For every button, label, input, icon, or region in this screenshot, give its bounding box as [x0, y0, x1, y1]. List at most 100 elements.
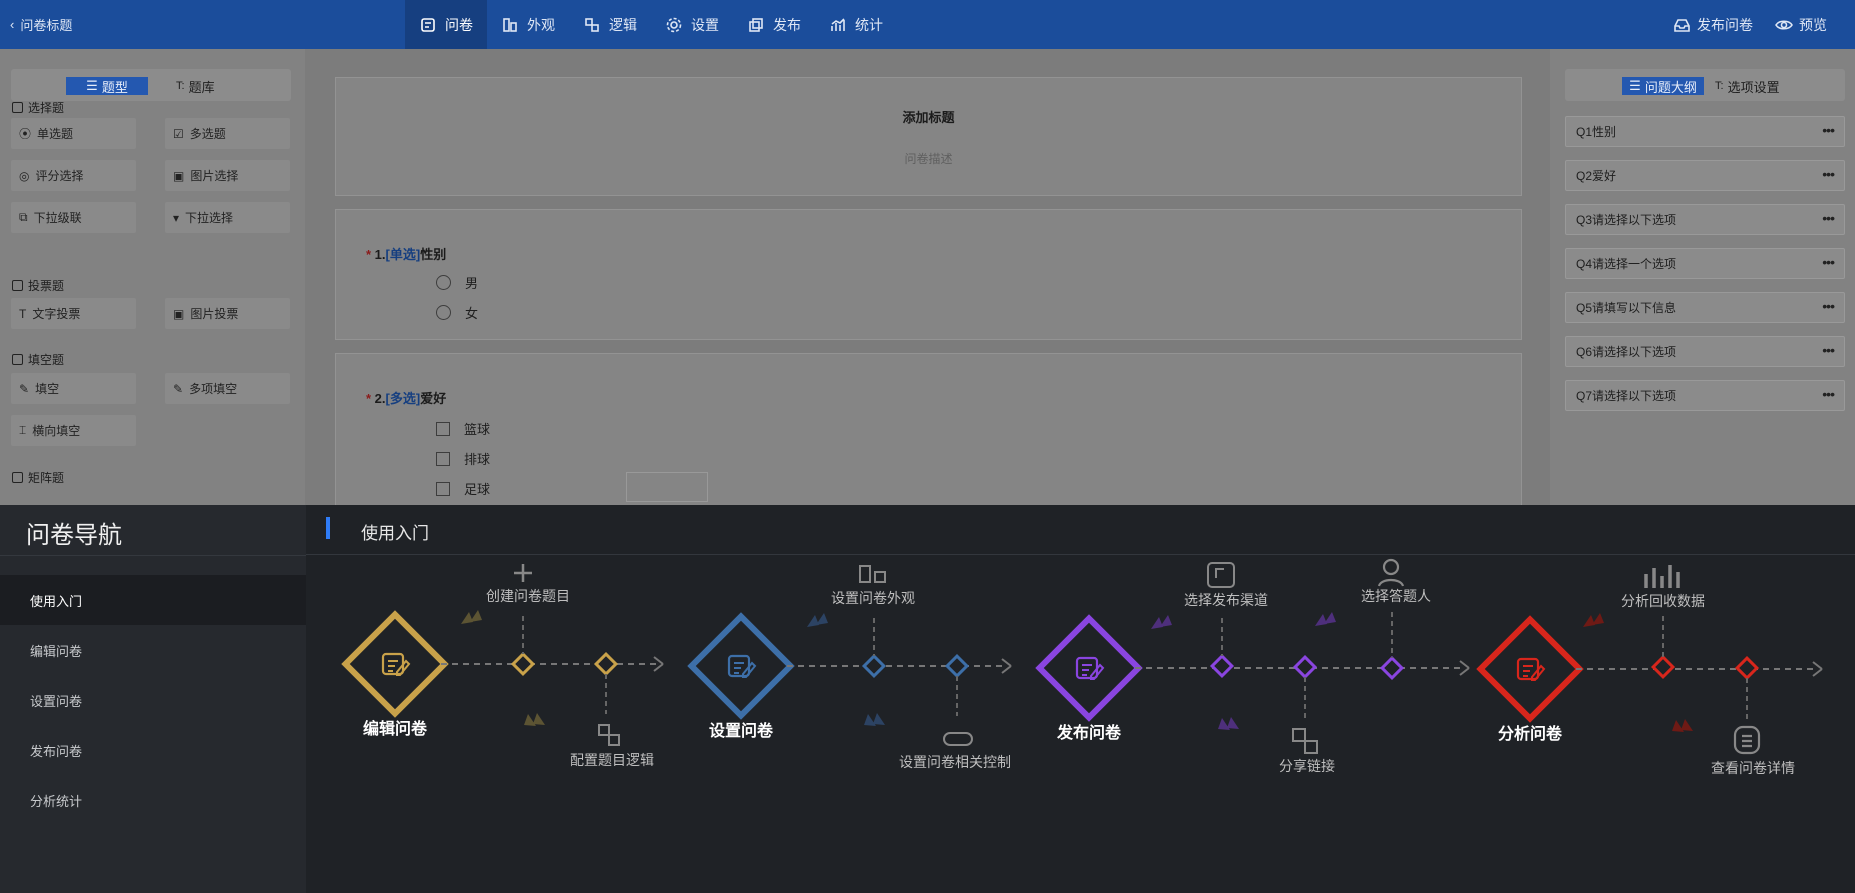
- back-button[interactable]: ‹ 问卷标题: [10, 0, 72, 49]
- option-item[interactable]: 排球: [436, 449, 490, 468]
- tab-publish[interactable]: 发布: [733, 0, 815, 49]
- more-icon[interactable]: •••: [1822, 386, 1835, 402]
- decor-chevron: [524, 713, 545, 726]
- image-vote-button[interactable]: ▣ 图片投票: [165, 298, 290, 329]
- option-item[interactable]: 女: [436, 303, 478, 322]
- tab-settings[interactable]: 设置: [651, 0, 733, 49]
- guide-nav-item-edit[interactable]: 编辑问卷: [0, 625, 306, 675]
- step-label: 分析回收数据: [1621, 593, 1705, 609]
- radio-button[interactable]: [436, 305, 451, 320]
- decor-chevron: [807, 613, 828, 627]
- checkbox[interactable]: [436, 481, 450, 496]
- horizontal-fill-button[interactable]: ⌶ 横向填空: [11, 415, 136, 446]
- stage-analyze: 分析问卷 分析回收数据 查看问卷详情: [1476, 565, 1823, 776]
- tab-statistics[interactable]: 统计: [815, 0, 897, 49]
- image-choice-button[interactable]: ▣ 图片选择: [165, 160, 290, 191]
- survey-icon: [421, 17, 435, 32]
- step-node[interactable]: [1379, 655, 1405, 681]
- option-item[interactable]: 足球: [436, 479, 490, 498]
- step-node[interactable]: [944, 653, 970, 679]
- edit-survey-diamond[interactable]: [341, 610, 449, 718]
- outline-item[interactable]: Q6请选择以下选项 •••: [1565, 336, 1845, 367]
- cascade-dropdown-button[interactable]: ⧉ 下拉级联: [11, 202, 136, 233]
- question-title: * 1.[单选]性别: [366, 244, 446, 263]
- tab-question-types[interactable]: ☰ 题型: [66, 77, 148, 95]
- multi-fill-button[interactable]: ✎ 多项填空: [165, 373, 290, 404]
- image-icon: ▣: [173, 306, 185, 321]
- option-item[interactable]: 篮球: [436, 419, 490, 438]
- tab-outline[interactable]: ☰ 问题大纲: [1622, 77, 1704, 95]
- multi-choice-button[interactable]: ☑ 多选题: [165, 118, 290, 149]
- outline-item[interactable]: Q7请选择以下选项 •••: [1565, 380, 1845, 411]
- step-node[interactable]: [1292, 654, 1318, 680]
- group-title-matrix: 矩阵题: [12, 469, 64, 486]
- more-icon[interactable]: •••: [1822, 298, 1835, 314]
- tab-appearance[interactable]: 外观: [487, 0, 569, 49]
- question-type: [多选]: [385, 391, 421, 406]
- chart-icon: [831, 17, 845, 31]
- more-icon[interactable]: •••: [1822, 342, 1835, 358]
- guide-nav-item-publish[interactable]: 发布问卷: [0, 725, 306, 775]
- step-node[interactable]: [861, 653, 887, 679]
- group-title-label: 矩阵题: [28, 471, 65, 485]
- list-icon: ☰: [86, 78, 98, 93]
- checkbox[interactable]: [436, 421, 450, 436]
- survey-description[interactable]: 问卷描述: [336, 150, 1521, 167]
- question-number: 1.: [374, 247, 386, 262]
- fill-blank-button[interactable]: ✎ 填空: [11, 373, 136, 404]
- outline-item[interactable]: Q5请填写以下信息 •••: [1565, 292, 1845, 323]
- option-label: 足球: [464, 482, 491, 497]
- outline-item[interactable]: Q1性别 •••: [1565, 116, 1845, 147]
- publish-survey-diamond[interactable]: [1035, 614, 1143, 722]
- step-node[interactable]: [593, 651, 619, 677]
- radio-button[interactable]: [436, 275, 451, 290]
- step-node[interactable]: [510, 651, 536, 677]
- option-item[interactable]: 男: [436, 273, 478, 292]
- text-vote-button[interactable]: T 文字投票: [11, 298, 136, 329]
- guide-nav-item-getting-started[interactable]: 使用入门: [0, 575, 306, 625]
- outline-panel: ☰ 问题大纲 T: 选项设置 Q1性别 ••• Q2爱好 ••• Q3请选择以下选项 ••…: [1550, 49, 1855, 505]
- guide-header-title: 使用入门: [361, 524, 429, 543]
- outline-item[interactable]: Q4请选择一个选项 •••: [1565, 248, 1845, 279]
- single-choice-button[interactable]: ⦿ 单选题: [11, 118, 136, 149]
- rating-choice-button[interactable]: ◎ 评分选择: [11, 160, 136, 191]
- more-icon[interactable]: •••: [1822, 122, 1835, 138]
- question-card-2[interactable]: * 2.[多选]爱好 篮球 排球 足球: [335, 353, 1522, 513]
- checkbox[interactable]: [436, 451, 450, 466]
- button-label: 图片投票: [190, 307, 239, 321]
- outline-label: Q6请选择以下选项: [1576, 345, 1677, 359]
- analyze-survey-diamond[interactable]: [1476, 615, 1584, 723]
- option-label: 女: [465, 306, 479, 321]
- tab-logic[interactable]: 逻辑: [569, 0, 651, 49]
- publish-survey-button[interactable]: 发布问卷: [1673, 15, 1753, 35]
- question-text: 性别: [420, 247, 447, 262]
- outline-item[interactable]: Q2爱好 •••: [1565, 160, 1845, 191]
- step-node[interactable]: [1209, 653, 1235, 679]
- stage-publish: 发布问卷 选择发布渠道 分享链接 选择答题人: [1035, 558, 1470, 774]
- tab-question-bank[interactable]: T: 题库: [176, 77, 215, 95]
- survey-title[interactable]: 添加标题: [336, 107, 1521, 126]
- tab-survey[interactable]: 问卷: [405, 0, 487, 49]
- step-node[interactable]: [1734, 655, 1760, 681]
- guide-nav-item-analytics[interactable]: 分析统计: [0, 775, 306, 825]
- guide-nav-item-settings[interactable]: 设置问卷: [0, 675, 306, 725]
- decor-chevron: [1151, 615, 1172, 629]
- question-card-1[interactable]: * 1.[单选]性别 男 女: [335, 209, 1522, 340]
- tab-option-settings[interactable]: T: 选项设置: [1715, 77, 1780, 95]
- step-node[interactable]: [1650, 654, 1676, 680]
- preview-button[interactable]: 预览: [1775, 15, 1827, 35]
- more-icon[interactable]: •••: [1822, 210, 1835, 226]
- setup-survey-diamond[interactable]: [687, 612, 795, 720]
- more-icon[interactable]: •••: [1822, 166, 1835, 182]
- outline-item[interactable]: Q3请选择以下选项 •••: [1565, 204, 1845, 235]
- guide-overlay: 问卷导航 使用入门 编辑问卷 设置问卷 发布问卷 分析统计 使用入门 编辑问卷: [0, 505, 1855, 893]
- dropdown-select-button[interactable]: ▾ 下拉选择: [165, 202, 290, 233]
- group-title-label: 填空题: [28, 353, 65, 367]
- survey-title-label: 问卷标题: [20, 18, 73, 33]
- tab-label: 外观: [527, 16, 555, 33]
- survey-header-card[interactable]: 添加标题 问卷描述: [335, 77, 1522, 196]
- other-text-input[interactable]: [626, 472, 708, 502]
- more-icon[interactable]: •••: [1822, 254, 1835, 270]
- step-label: 选择答题人: [1361, 588, 1431, 604]
- main-tabs: 问卷 外观 逻辑 设置 发布 统计: [405, 0, 897, 49]
